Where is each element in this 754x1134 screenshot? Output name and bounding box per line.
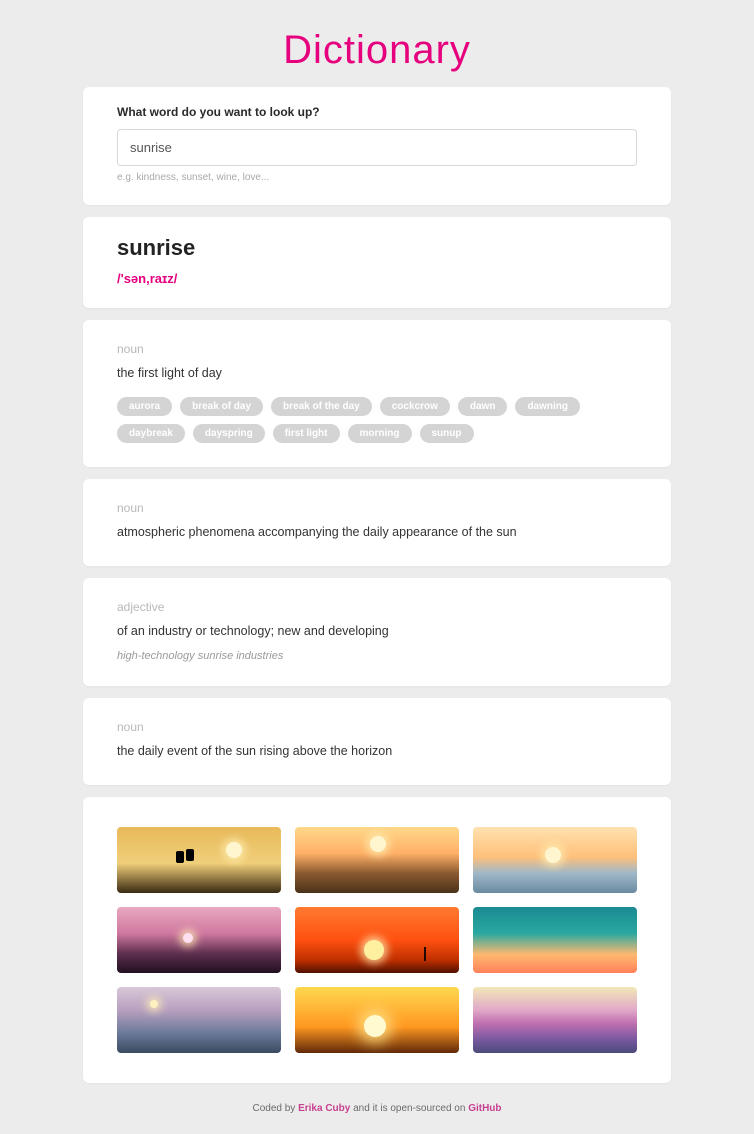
search-card: What word do you want to look up? e.g. k…: [83, 87, 671, 205]
part-of-speech: noun: [117, 720, 637, 734]
part-of-speech: adjective: [117, 600, 637, 614]
synonym-pill: cockcrow: [380, 397, 450, 416]
gallery-image: [473, 907, 637, 973]
search-hint: e.g. kindness, sunset, wine, love...: [117, 172, 637, 183]
example: high-technology sunrise industries: [117, 650, 637, 662]
synonym-pill: dawn: [458, 397, 508, 416]
footer-text: Coded by: [252, 1103, 298, 1114]
gallery-image: [295, 827, 459, 893]
author-link[interactable]: Erika Cuby: [298, 1103, 350, 1114]
gallery-image: [473, 827, 637, 893]
pronunciation: /'sən,raɪz/: [117, 271, 637, 286]
search-label: What word do you want to look up?: [117, 105, 637, 119]
footer-text: and it is open-sourced on: [350, 1103, 468, 1114]
gallery-image: [117, 907, 281, 973]
github-link[interactable]: GitHub: [468, 1103, 501, 1114]
part-of-speech: noun: [117, 342, 637, 356]
app-title: Dictionary: [0, 0, 754, 87]
definition: the daily event of the sun rising above …: [117, 742, 637, 761]
synonym-pill: dawning: [515, 397, 580, 416]
footer: Coded by Erika Cuby and it is open-sourc…: [83, 1095, 671, 1114]
part-of-speech: noun: [117, 501, 637, 515]
synonym-pill: break of day: [180, 397, 263, 416]
synonym-pill: daybreak: [117, 424, 185, 443]
definition: of an industry or technology; new and de…: [117, 622, 637, 641]
synonym-pill: dayspring: [193, 424, 265, 443]
search-input[interactable]: [117, 129, 637, 166]
synonym-pill: break of the day: [271, 397, 372, 416]
meaning-card: adjective of an industry or technology; n…: [83, 578, 671, 687]
synonym-pill: sunup: [420, 424, 474, 443]
definition: atmospheric phenomena accompanying the d…: [117, 523, 637, 542]
synonym-pill: first light: [273, 424, 340, 443]
meaning-card: noun atmospheric phenomena accompanying t…: [83, 479, 671, 566]
synonym-list: aurora break of day break of the day cockcr…: [117, 397, 637, 443]
word-header-card: sunrise /'sən,raɪz/: [83, 217, 671, 308]
meaning-card: noun the daily event of the sun rising ab…: [83, 698, 671, 785]
synonym-pill: morning: [348, 424, 412, 443]
gallery-card: [83, 797, 671, 1083]
gallery-image: [295, 907, 459, 973]
image-gallery: [117, 827, 637, 1053]
gallery-image: [117, 987, 281, 1053]
definition: the first light of day: [117, 364, 637, 383]
headword: sunrise: [117, 235, 637, 261]
meaning-card: noun the first light of day aurora break of…: [83, 320, 671, 467]
gallery-image: [295, 987, 459, 1053]
gallery-image: [473, 987, 637, 1053]
gallery-image: [117, 827, 281, 893]
synonym-pill: aurora: [117, 397, 172, 416]
